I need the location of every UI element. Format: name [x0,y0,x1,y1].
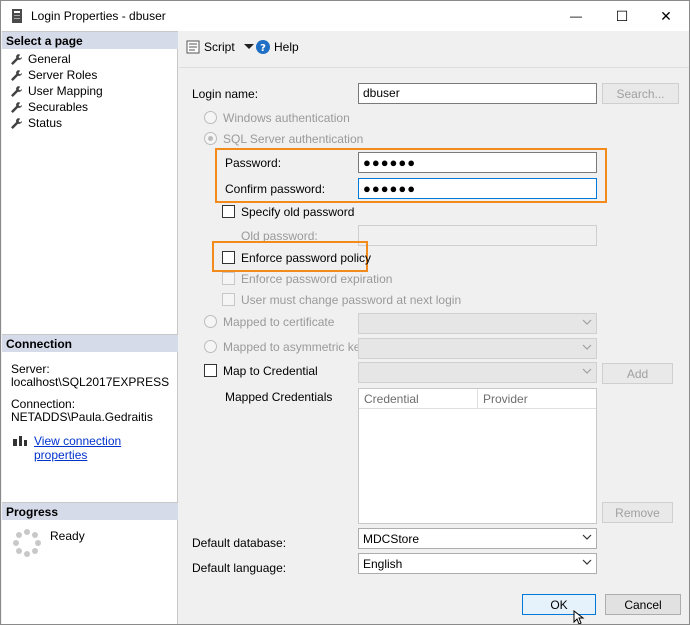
general-page: Login name: dbuser Search... Windows aut… [179,67,689,587]
must-change-password-label: User must change password at next login [241,293,462,307]
asymmetric-key-select[interactable] [358,338,597,359]
login-properties-window: Login Properties - dbuser — ☐ ✕ Select a… [0,0,690,625]
wrench-icon [11,53,22,65]
default-database-select[interactable]: MDCStore [358,528,597,549]
toolbar: Script ? Help [179,31,689,67]
maximize-icon: ☐ [615,7,629,24]
mouse-cursor-icon [573,610,585,624]
progress-status: Ready [50,529,85,543]
help-button[interactable]: ? Help [256,40,299,54]
enforce-password-policy-label: Enforce password policy [241,251,372,265]
connection-header: Connection [2,334,178,352]
chevron-down-icon [243,44,254,49]
connection-value: NETADDS\Paula.Gedraitis [11,410,153,424]
sidebar-item-server-roles[interactable]: Server Roles [10,67,97,83]
default-language-select[interactable]: English [358,553,597,574]
chevron-down-icon [582,368,592,374]
dialog-footer: OK Cancel [179,587,689,624]
sidebar: Select a page General Server Roles User … [2,31,178,624]
mapped-asymmetric-key-radio[interactable] [204,340,217,353]
map-to-credential-label: Map to Credential [223,364,318,378]
cancel-button[interactable]: Cancel [605,594,681,615]
provider-column-header[interactable]: Provider [478,389,596,409]
wrench-icon [11,117,22,129]
script-label: Script [204,40,235,54]
default-language-label: Default language: [192,561,287,575]
default-language-value: English [363,557,403,571]
wrench-icon [11,85,22,97]
mapped-credentials-grid[interactable]: Credential Provider [358,388,597,524]
minimize-icon: — [570,9,582,23]
server-label: Server: [11,362,50,376]
enforce-password-expiration-checkbox[interactable] [222,272,235,285]
credential-select[interactable] [358,362,597,383]
old-password-input[interactable] [358,225,597,246]
specify-old-password-label: Specify old password [241,205,355,219]
confirm-password-label: Confirm password: [225,182,326,196]
view-connection-properties-link[interactable]: View connection properties [34,434,177,462]
sql-auth-label: SQL Server authentication [223,132,364,146]
default-database-label: Default database: [192,536,287,550]
connection-label: Connection: [11,397,76,411]
credential-column-header[interactable]: Credential [359,389,478,409]
sql-auth-radio[interactable] [204,132,217,145]
default-database-value: MDCStore [363,532,420,546]
specify-old-password-checkbox[interactable] [222,205,235,218]
windows-auth-radio[interactable] [204,111,217,124]
connection-properties-icon [13,436,27,446]
svg-text:?: ? [260,43,266,54]
password-label: Password: [225,156,282,170]
chevron-down-icon [582,534,592,540]
mapped-certificate-radio[interactable] [204,315,217,328]
progress-header: Progress [2,502,178,520]
sidebar-item-label: Securables [28,100,89,114]
sidebar-item-securables[interactable]: Securables [10,99,88,115]
window-title: Login Properties - dbuser [31,9,166,23]
close-icon: ✕ [660,7,672,24]
remove-credential-button[interactable]: Remove [602,502,673,523]
minimize-button[interactable]: — [553,1,599,31]
close-button[interactable]: ✕ [643,1,689,31]
wrench-icon [11,69,22,81]
script-button[interactable]: Script [186,40,255,54]
login-name-input[interactable]: dbuser [358,83,597,104]
password-input[interactable]: ●●●●●● [358,152,597,173]
confirm-password-input[interactable]: ●●●●●● [358,178,597,199]
wrench-icon [11,101,22,113]
chevron-down-icon [582,319,592,325]
script-icon [186,40,200,54]
chevron-down-icon [582,344,592,350]
mapped-asymmetric-key-label: Mapped to asymmetric key [223,340,367,354]
map-to-credential-checkbox[interactable] [204,364,217,377]
mapped-credentials-label: Mapped Credentials [225,390,333,404]
progress-spinner-icon [13,529,41,557]
maximize-button[interactable]: ☐ [599,1,645,31]
sidebar-item-label: User Mapping [28,84,103,98]
login-name-label: Login name: [192,87,259,101]
add-credential-button[interactable]: Add [602,363,673,384]
sidebar-item-general[interactable]: General [10,51,71,67]
sidebar-item-status[interactable]: Status [10,115,62,131]
sidebar-item-label: General [28,52,71,66]
sidebar-item-label: Status [28,116,63,130]
chevron-down-icon [582,559,592,565]
must-change-password-checkbox[interactable] [222,293,235,306]
help-label: Help [274,40,299,54]
server-value: localhost\SQL2017EXPRESS [11,375,170,389]
enforce-password-policy-checkbox[interactable] [222,251,235,264]
mapped-certificate-label: Mapped to certificate [223,315,335,329]
sidebar-item-label: Server Roles [28,68,98,82]
title-bar: Login Properties - dbuser — ☐ ✕ [1,1,689,31]
windows-auth-label: Windows authentication [223,111,350,125]
help-icon: ? [256,40,270,54]
server-icon [12,9,22,23]
select-page-header: Select a page [2,31,178,49]
enforce-password-expiration-label: Enforce password expiration [241,272,393,286]
search-button[interactable]: Search... [602,83,679,104]
sidebar-item-user-mapping[interactable]: User Mapping [10,83,103,99]
certificate-select[interactable] [358,313,597,334]
